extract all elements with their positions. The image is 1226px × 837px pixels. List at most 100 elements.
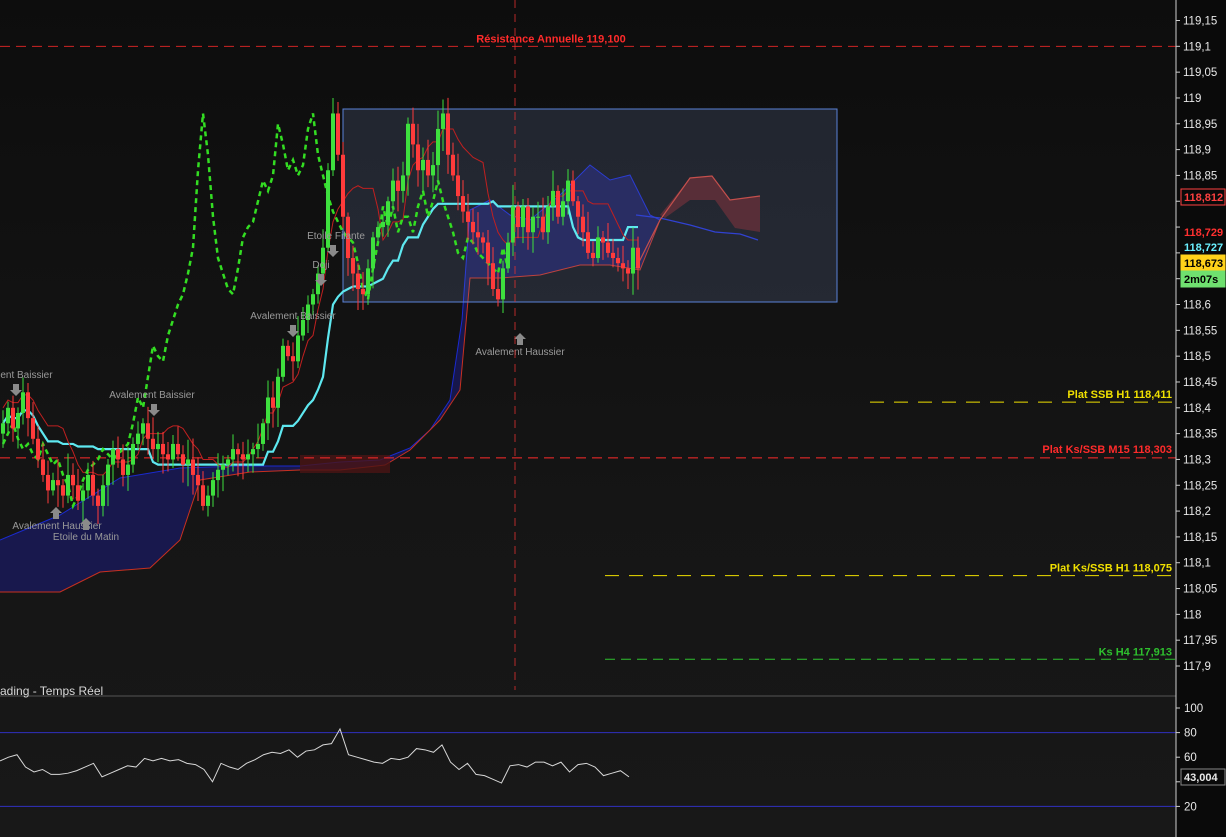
candle-body bbox=[161, 443, 165, 455]
candle-body bbox=[561, 201, 565, 217]
price-tag-rsi: 43,004 bbox=[1180, 768, 1226, 786]
level-label: Ks H4 117,913 bbox=[1099, 646, 1172, 658]
price-tag-text: 118,812 bbox=[1184, 192, 1223, 204]
candle-body bbox=[541, 216, 545, 233]
pattern-arrow bbox=[287, 325, 299, 337]
price-tag-text: 2m07s bbox=[1184, 274, 1218, 286]
candle-body bbox=[356, 273, 360, 290]
candle-body bbox=[406, 123, 410, 176]
axis-tick-label: 119 bbox=[1183, 93, 1201, 105]
candle-body bbox=[6, 407, 10, 424]
candle-body bbox=[66, 474, 70, 496]
candle-body bbox=[91, 474, 95, 496]
axis-tick-label: 118,55 bbox=[1183, 325, 1217, 337]
axis-tick-label: 118,05 bbox=[1183, 584, 1217, 596]
axis-tick-label: 118,45 bbox=[1183, 377, 1217, 389]
candle-body bbox=[251, 449, 255, 455]
candle-body bbox=[621, 263, 625, 269]
candle-body bbox=[181, 454, 185, 465]
candle-body bbox=[11, 407, 15, 429]
pattern-arrow bbox=[148, 404, 160, 416]
candle-body bbox=[141, 423, 145, 434]
candle-body bbox=[301, 320, 305, 336]
candle-body bbox=[241, 454, 245, 460]
price-tag-kijun-h1: 118,729 bbox=[1180, 223, 1226, 241]
candle-body bbox=[636, 247, 640, 269]
candle-body bbox=[526, 206, 530, 233]
candle-body bbox=[51, 480, 55, 491]
candle-body bbox=[506, 242, 510, 269]
candle-body bbox=[361, 289, 365, 295]
candle-body bbox=[211, 480, 215, 496]
candle-body bbox=[256, 443, 260, 450]
candle-body bbox=[36, 438, 40, 460]
candle-body bbox=[286, 345, 290, 357]
candle-body bbox=[451, 154, 455, 176]
candle-body bbox=[156, 443, 160, 450]
candle-body bbox=[76, 485, 80, 501]
chart-stage: Résistance Annuelle 119,100 Plat SSB H1 1… bbox=[0, 0, 1226, 837]
candle-body bbox=[41, 459, 45, 475]
price-tag-text: 118,727 bbox=[1184, 242, 1223, 254]
candle-body bbox=[171, 443, 175, 460]
pattern-label: Etoile Filante bbox=[307, 231, 365, 242]
candle-body bbox=[151, 438, 155, 450]
candle-body bbox=[96, 495, 100, 506]
axis-tick-label: 118,3 bbox=[1183, 454, 1211, 466]
axis-tick-label: 118,9 bbox=[1183, 145, 1211, 157]
candle-body bbox=[291, 356, 295, 362]
candle-body bbox=[276, 376, 280, 408]
candle-body bbox=[521, 206, 525, 228]
candle-body bbox=[191, 459, 195, 475]
axis-tick-label: 117,95 bbox=[1183, 635, 1217, 647]
axis-tick-label: 119,05 bbox=[1183, 67, 1217, 79]
candle-body bbox=[581, 216, 585, 233]
level-label: Plat Ks/SSB H1 118,075 bbox=[1050, 563, 1172, 575]
pattern-label: Avalement Baissier bbox=[250, 311, 336, 322]
pattern-arrow bbox=[10, 384, 22, 396]
candle-body bbox=[441, 113, 445, 129]
candle-body bbox=[486, 242, 490, 264]
axis-tick-label: 118,85 bbox=[1183, 170, 1217, 182]
candle-body bbox=[16, 412, 20, 429]
candle-body bbox=[56, 480, 60, 486]
candle-body bbox=[331, 113, 335, 171]
candle-body bbox=[61, 485, 65, 496]
rsi-axis-tick-label: 20 bbox=[1184, 801, 1197, 813]
axis-tick-label: 117,9 bbox=[1183, 661, 1211, 673]
candle-body bbox=[546, 206, 550, 233]
candle-body bbox=[101, 485, 105, 506]
pattern-arrow bbox=[514, 333, 526, 345]
candle-body bbox=[606, 242, 610, 253]
rsi-axis-tick-label: 60 bbox=[1184, 752, 1197, 764]
axis-tick-label: 118,5 bbox=[1183, 351, 1211, 363]
axis-tick-label: 119,15 bbox=[1183, 16, 1217, 28]
candle-body bbox=[26, 392, 30, 419]
axis-tick-label: 118,35 bbox=[1183, 429, 1217, 441]
candle-body bbox=[81, 490, 85, 501]
candle-body bbox=[176, 443, 180, 455]
candle-body bbox=[216, 469, 220, 481]
rsi-axis-tick-label: 80 bbox=[1184, 728, 1197, 740]
candle-body bbox=[311, 294, 315, 305]
candle-body bbox=[611, 252, 615, 259]
candle-body bbox=[121, 459, 125, 475]
axis-tick-label: 118,6 bbox=[1183, 300, 1211, 312]
axis-tick-label: 118,25 bbox=[1183, 480, 1217, 492]
candle-body bbox=[231, 449, 235, 460]
pattern-label: ment Baissier bbox=[0, 370, 53, 381]
candle-body bbox=[221, 464, 225, 470]
price-tag-text: 43,004 bbox=[1184, 772, 1219, 784]
candle-body bbox=[296, 335, 300, 362]
price-tag-timer: 2m07s bbox=[1180, 270, 1226, 288]
price-tag-text: 118,673 bbox=[1184, 258, 1223, 270]
price-tag-kijun: 118,727 bbox=[1180, 238, 1226, 256]
indicator-panel-title: ading - Temps Réel bbox=[0, 684, 104, 698]
candle-body bbox=[516, 206, 520, 228]
candle-body bbox=[246, 454, 250, 460]
candle-body bbox=[481, 237, 485, 243]
candle-body bbox=[341, 154, 345, 217]
rsi-axis-tick-label: 100 bbox=[1184, 703, 1203, 715]
candle-body bbox=[396, 180, 400, 191]
candle-body bbox=[391, 180, 395, 202]
